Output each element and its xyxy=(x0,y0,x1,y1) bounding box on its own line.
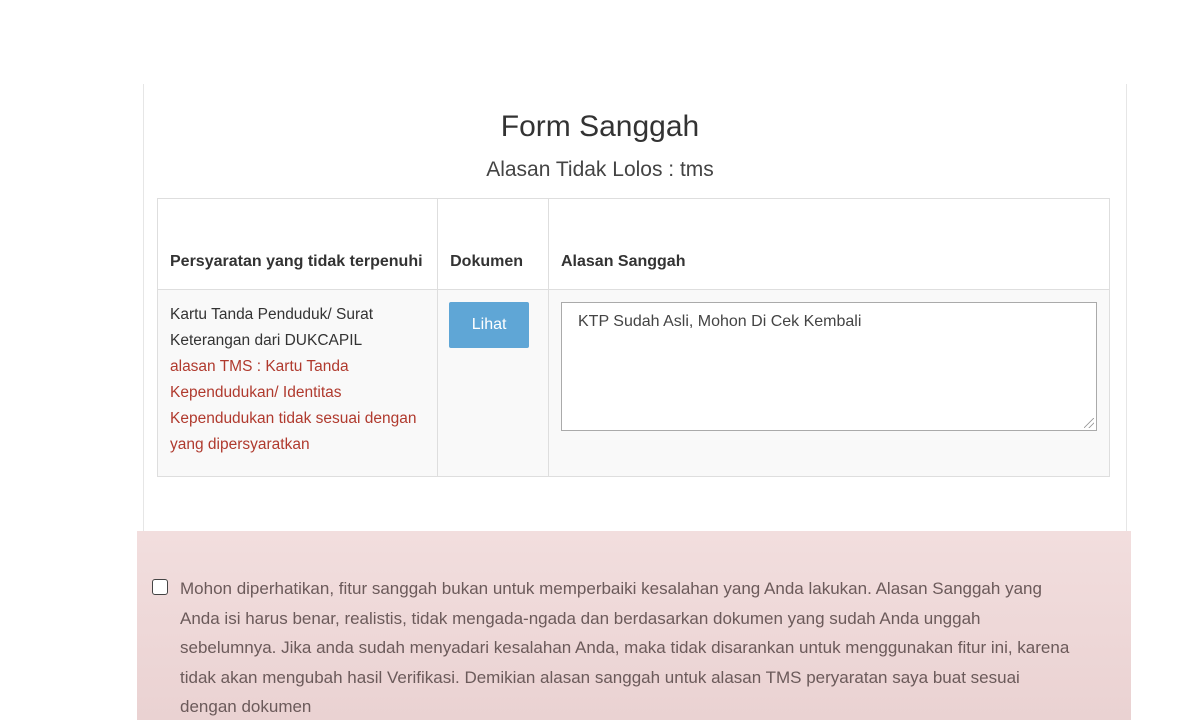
view-document-button[interactable]: Lihat xyxy=(449,302,530,348)
table-row: Kartu Tanda Penduduk/ Surat Keterangan d… xyxy=(156,289,1110,477)
requirement-text: Kartu Tanda Penduduk/ Surat Keterangan d… xyxy=(170,306,374,349)
appeal-reason-textarea[interactable]: KTP Sudah Asli, Mohon Di Cek Kembali xyxy=(561,302,1097,431)
header-reason: Alasan Sanggah xyxy=(548,198,1110,290)
resize-handle-icon[interactable] xyxy=(1084,418,1094,428)
header-document: Dokumen xyxy=(437,198,549,290)
notice-text: Mohon diperhatikan, fitur sanggah bukan … xyxy=(180,579,1070,716)
tms-reason-text: alasan TMS : Kartu Tanda Kependudukan/ I… xyxy=(170,358,417,453)
document-cell: Lihat xyxy=(437,289,549,477)
form-subtitle: Alasan Tidak Lolos : tms xyxy=(486,158,714,181)
form-title: Form Sanggah xyxy=(500,110,700,143)
appeal-reason-value: KTP Sudah Asli, Mohon Di Cek Kembali xyxy=(578,313,862,330)
agreement-checkbox[interactable] xyxy=(152,579,168,595)
requirements-table: Persyaratan yang tidak terpenuhi Dokumen… xyxy=(156,198,1110,477)
table-header-row: Persyaratan yang tidak terpenuhi Dokumen… xyxy=(156,198,1110,290)
reason-cell: KTP Sudah Asli, Mohon Di Cek Kembali xyxy=(548,289,1110,477)
header-requirement: Persyaratan yang tidak terpenuhi xyxy=(156,198,439,290)
requirement-cell: Kartu Tanda Penduduk/ Surat Keterangan d… xyxy=(156,289,439,477)
